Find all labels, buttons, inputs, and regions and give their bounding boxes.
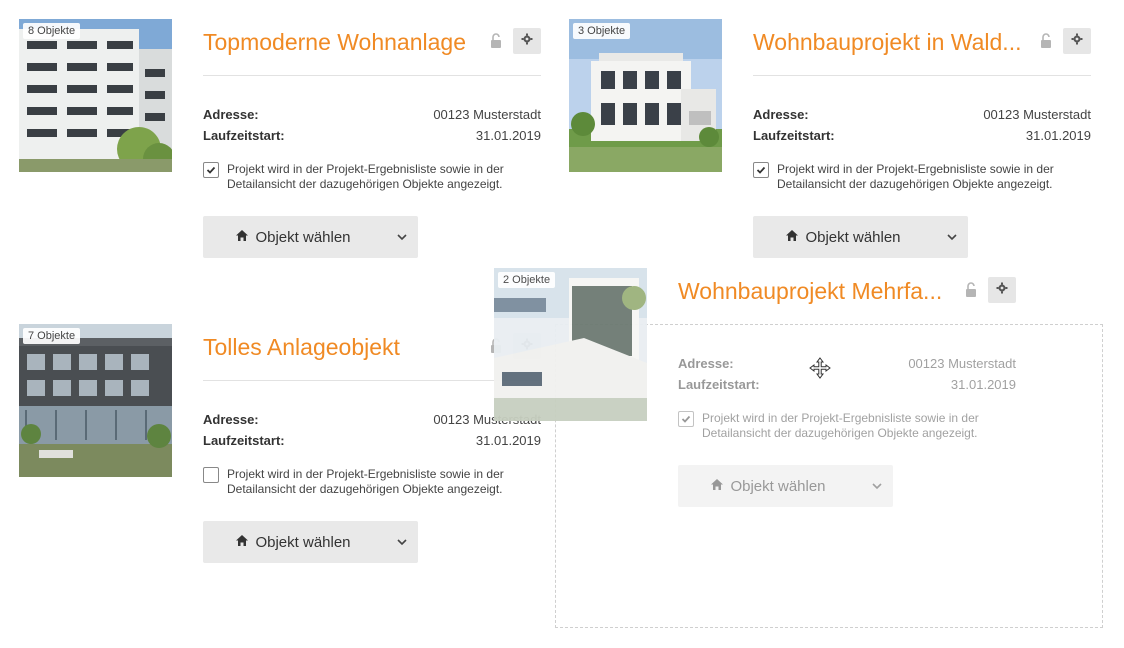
visibility-checkbox[interactable] [203,467,219,483]
object-count-badge: 2 Objekte [498,272,556,288]
gear-icon [996,281,1008,299]
address-label: Adresse: [753,107,809,122]
select-object-label: Objekt wählen [805,228,901,246]
select-object-button[interactable]: Objekt wählen [203,521,418,563]
home-icon [710,478,724,495]
visibility-text: Projekt wird in der Projekt-Ergebnislist… [227,162,504,191]
address-label: Adresse: [203,412,259,427]
settings-button[interactable] [1063,28,1091,54]
start-label: Laufzeitstart: [678,377,760,392]
unlock-icon[interactable] [489,33,503,49]
chevron-down-icon[interactable] [871,479,883,491]
dragged-project-card[interactable]: 2 Objekte Wohnbauprojekt Mehrfa... Adres… [494,268,1016,508]
project-title[interactable]: Wohnbauprojekt in Wald... [753,29,1038,56]
divider [203,75,541,76]
start-value: 31.01.2019 [1025,128,1091,143]
select-object-label: Objekt wählen [255,228,351,246]
home-icon [785,229,799,246]
visibility-checkbox[interactable] [753,162,769,178]
checkmark-icon [681,415,691,423]
visibility-checkbox[interactable] [678,411,694,427]
address-value: 00123 Musterstadt [433,107,541,122]
visibility-checkbox[interactable] [203,162,219,178]
address-value: 00123 Musterstadt [908,356,1016,371]
visibility-text: Projekt wird in der Projekt-Ergebnislist… [227,467,504,496]
project-title[interactable]: Tolles Anlageobjekt [203,334,488,361]
checkmark-icon [206,166,216,174]
select-object-button[interactable]: Objekt wählen [753,216,968,258]
project-thumbnail[interactable]: 8 Objekte [19,19,172,172]
divider [753,75,1091,76]
start-label: Laufzeitstart: [753,128,835,143]
select-object-label: Objekt wählen [730,477,826,495]
project-title[interactable]: Wohnbauprojekt Mehrfa... [678,278,963,305]
project-thumbnail[interactable]: 7 Objekte [19,324,172,477]
start-value: 31.01.2019 [475,128,541,143]
select-object-label: Objekt wählen [255,533,351,551]
settings-button[interactable] [513,28,541,54]
gear-icon [1071,32,1083,50]
unlock-icon[interactable] [1039,33,1053,49]
project-title[interactable]: Topmoderne Wohnanlage [203,29,488,56]
address-label: Adresse: [678,356,734,371]
start-label: Laufzeitstart: [203,128,285,143]
object-count-badge: 3 Objekte [573,23,631,39]
project-card: 3 Objekte Wohnbauprojekt in Wald... Adre… [569,19,1091,259]
address-label: Adresse: [203,107,259,122]
divider [203,380,541,381]
chevron-down-icon[interactable] [946,230,958,242]
project-thumbnail[interactable]: 3 Objekte [569,19,722,172]
chevron-down-icon[interactable] [396,535,408,547]
move-cursor-icon [809,357,831,379]
gear-icon [521,32,533,50]
unlock-icon[interactable] [964,282,978,298]
project-card: 8 Objekte Topmoderne Wohnanlage Adresse:… [19,19,541,259]
start-label: Laufzeitstart: [203,433,285,448]
checkmark-icon [756,166,766,174]
home-icon [235,229,249,246]
object-count-badge: 8 Objekte [23,23,81,39]
object-count-badge: 7 Objekte [23,328,81,344]
home-icon [235,534,249,551]
project-thumbnail[interactable]: 2 Objekte [494,268,647,421]
visibility-text: Projekt wird in der Projekt-Ergebnislist… [777,162,1054,191]
project-card: 7 Objekte Tolles Anlageobjekt Adresse: 0… [19,324,541,564]
chevron-down-icon[interactable] [396,230,408,242]
settings-button[interactable] [988,277,1016,303]
start-value: 31.01.2019 [950,377,1016,392]
address-value: 00123 Musterstadt [983,107,1091,122]
select-object-button[interactable]: Objekt wählen [678,465,893,507]
visibility-text: Projekt wird in der Projekt-Ergebnislist… [702,411,979,440]
select-object-button[interactable]: Objekt wählen [203,216,418,258]
